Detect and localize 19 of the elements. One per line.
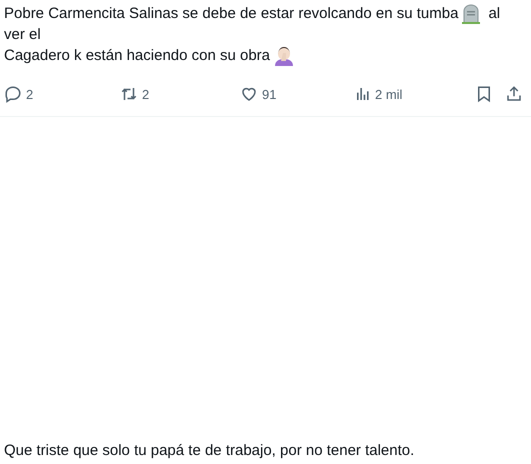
share-icon bbox=[505, 85, 523, 103]
tweet-text-line: al bbox=[488, 4, 500, 24]
repost-button[interactable]: 2 bbox=[120, 85, 150, 103]
person-icon bbox=[274, 46, 294, 66]
bar-chart-icon bbox=[355, 85, 371, 103]
share-button[interactable] bbox=[505, 85, 523, 103]
bookmark-icon bbox=[475, 85, 493, 103]
views-button[interactable]: 2 mil bbox=[355, 85, 402, 103]
repost-icon bbox=[120, 85, 138, 103]
reply-button[interactable]: 2 bbox=[4, 85, 34, 103]
tombstone-icon bbox=[462, 4, 480, 24]
bookmark-button[interactable] bbox=[475, 85, 493, 103]
reply-text: Que triste que solo tu papá te de trabajo, por no tener talento. bbox=[4, 442, 414, 459]
heart-icon bbox=[240, 85, 258, 103]
reply-icon bbox=[4, 85, 22, 103]
tweet-text-line: ver el bbox=[4, 25, 41, 45]
tweet-text-line: Cagadero k están haciendo con su obra bbox=[4, 46, 270, 66]
tweet-text-line: Pobre Carmencita Salinas se debe de estar revolcando en su tumba bbox=[4, 4, 458, 24]
like-button[interactable]: 91 bbox=[240, 85, 276, 103]
